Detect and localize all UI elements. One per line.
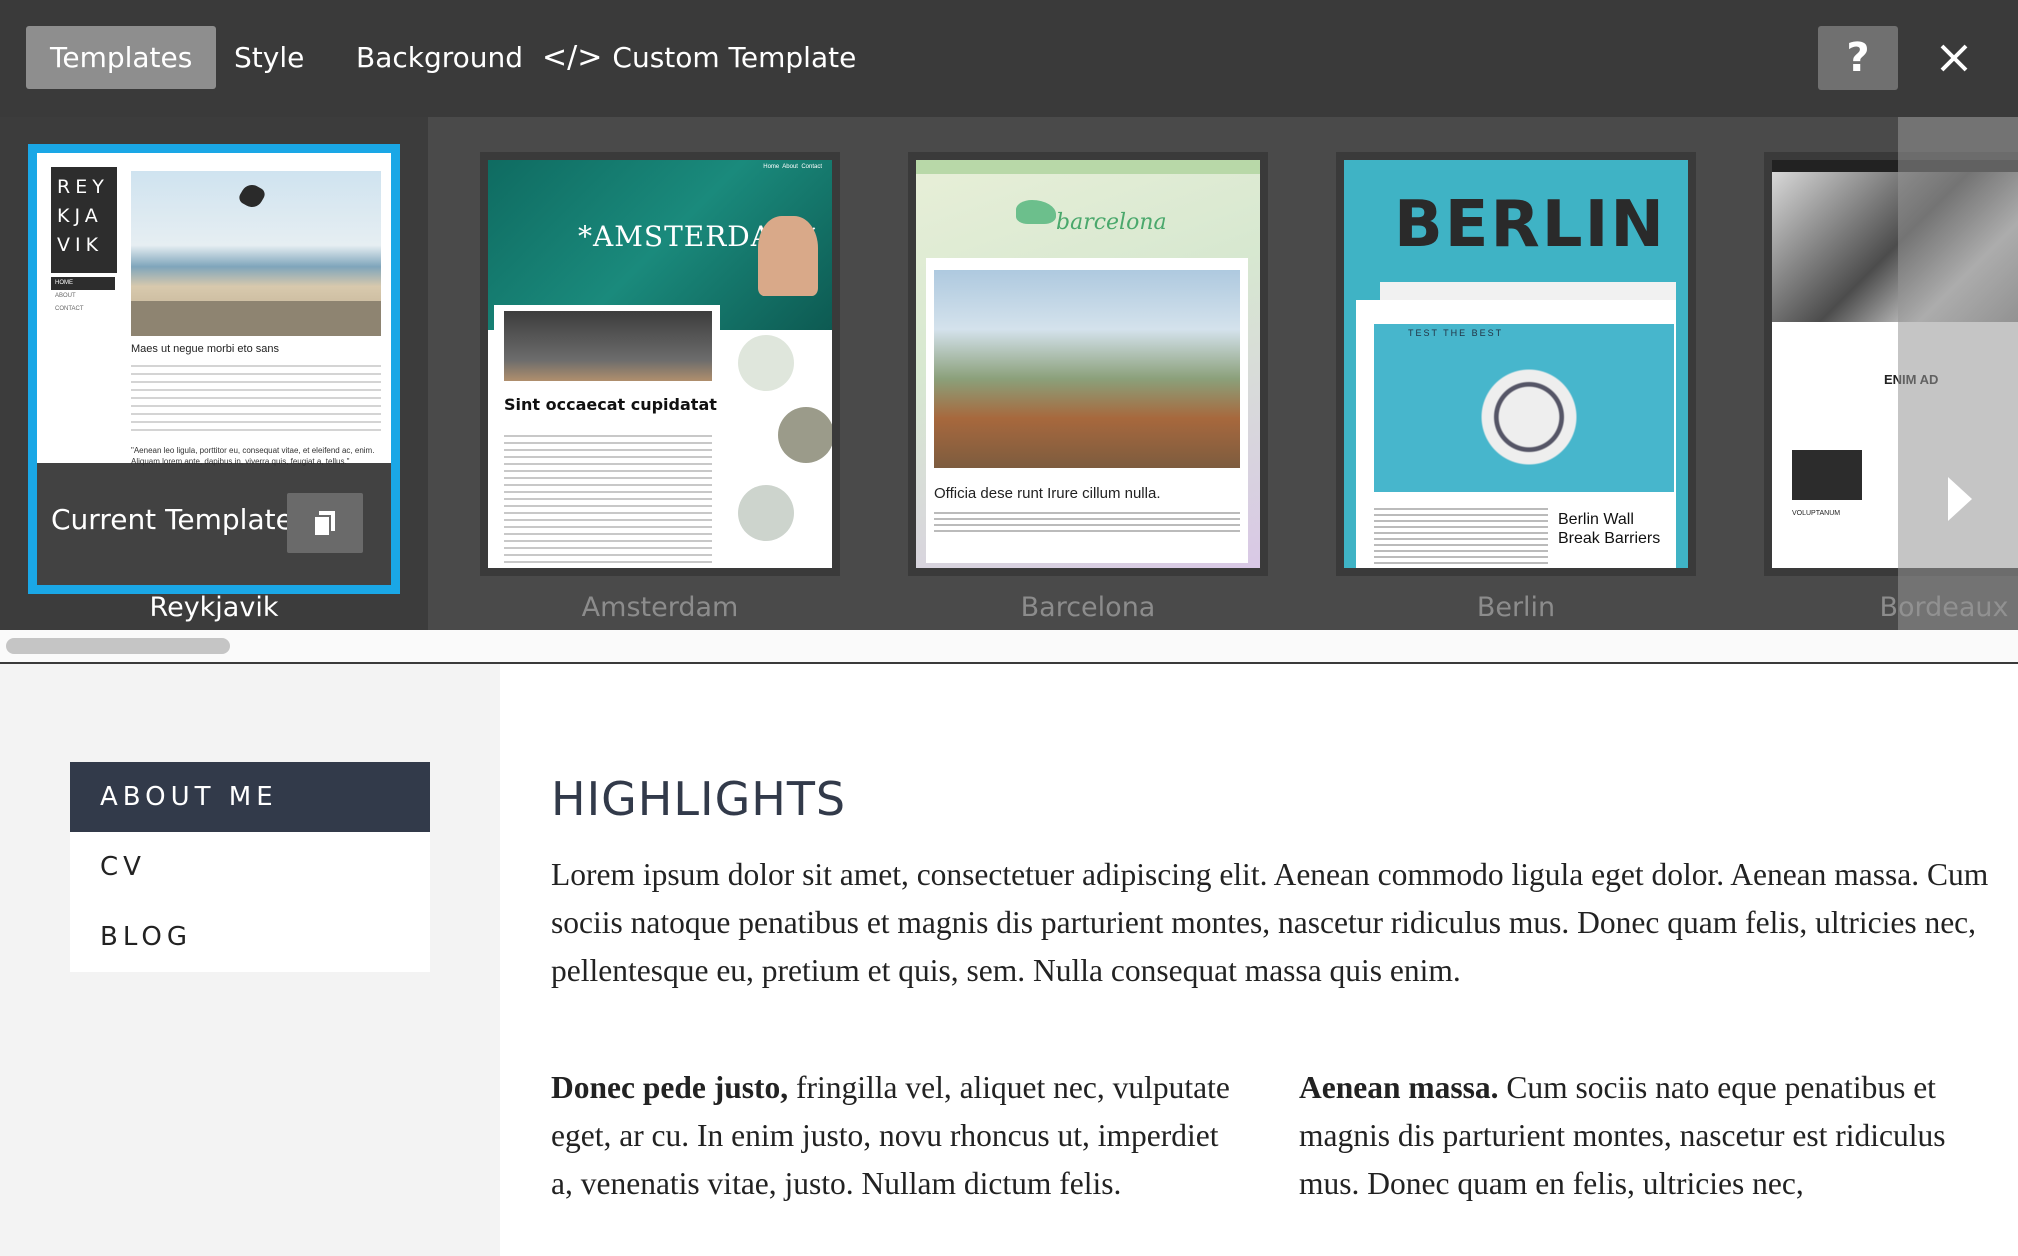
desk-image xyxy=(504,311,712,381)
reykjavik-text-lines xyxy=(131,365,381,435)
column-one-paragraph: Donec pede justo, fringilla vel, aliquet… xyxy=(551,1064,1241,1208)
reykjavik-logo: REY KJA VIK xyxy=(51,167,117,273)
preview-nav-menu: ABOUT ME CV BLOG xyxy=(70,762,430,972)
nav-item: HOME xyxy=(51,277,115,290)
plant-circle xyxy=(738,485,794,541)
amsterdam-text-lines xyxy=(504,435,712,563)
berlin-text-lines xyxy=(1374,508,1548,564)
carousel-next-button[interactable] xyxy=(1898,117,2018,662)
barcelona-title: barcelona xyxy=(1056,210,1167,235)
page-heading: HIGHLIGHTS xyxy=(551,772,847,826)
template-card-amsterdam[interactable]: Home About Contact *AMSTERDAM* Sint occa… xyxy=(480,152,840,576)
carousel-scrollbar[interactable] xyxy=(0,630,2018,664)
intro-paragraph: Lorem ipsum dolor sit amet, consectetuer… xyxy=(551,857,1989,988)
help-button[interactable]: ? xyxy=(1818,26,1898,90)
scrollbar-thumb[interactable] xyxy=(6,638,230,654)
barcelona-article-card: Officia dese runt Irure cillum nulla. xyxy=(926,258,1248,563)
template-name-amsterdam[interactable]: Amsterdam xyxy=(460,592,860,623)
berlin-title: BERLIN xyxy=(1394,188,1666,262)
inner-heading: TEST THE BEST xyxy=(1408,328,1504,338)
tab-background[interactable]: Background xyxy=(332,26,547,89)
plant-circle xyxy=(738,335,794,391)
nav-item: About xyxy=(782,164,798,170)
nav-item-blog[interactable]: BLOG xyxy=(70,902,430,972)
duplicate-template-button[interactable] xyxy=(287,493,363,553)
trabant-car xyxy=(1474,362,1584,472)
close-button[interactable] xyxy=(1932,36,1976,80)
column-two-paragraph: Aenean massa. Cum sociis nato eque penat… xyxy=(1299,1064,2009,1208)
template-card-reykjavik[interactable]: REY KJA VIK HOME ABOUT CONTACT Maes ut n… xyxy=(28,144,400,594)
tab-templates[interactable]: Templates xyxy=(26,26,217,89)
skatepark-image xyxy=(131,171,381,336)
current-template-label: Current Template xyxy=(51,503,293,536)
reykjavik-thumbnail: REY KJA VIK HOME ABOUT CONTACT Maes ut n… xyxy=(37,153,391,585)
nav-item: Home xyxy=(763,164,780,170)
nav-item-cv[interactable]: CV xyxy=(70,832,430,902)
nav-item-about-me[interactable]: ABOUT ME xyxy=(70,762,430,832)
close-icon xyxy=(1940,44,1968,72)
current-template-overlay: Current Template xyxy=(37,463,391,585)
berlin-article-card: TEST THE BEST Berlin Wall Break Barriers xyxy=(1356,282,1676,568)
copy-icon xyxy=(313,511,335,537)
park-guell-image xyxy=(934,270,1240,468)
nav-item: Contact xyxy=(801,164,822,170)
barcelona-thumbnail: barcelona Officia dese runt Irure cillum… xyxy=(916,160,1260,568)
tab-custom-template-label: Custom Template xyxy=(612,41,857,74)
amsterdam-thumbnail: Home About Contact *AMSTERDAM* Sint occa… xyxy=(488,160,832,568)
bordeaux-caption: VOLUPTANUM xyxy=(1792,510,1841,517)
reykjavik-heading: Maes ut negue morbi eto sans xyxy=(131,343,279,355)
column-two-bold: Aenean massa. xyxy=(1299,1070,1499,1105)
reykjavik-nav: HOME ABOUT CONTACT xyxy=(51,277,115,316)
template-card-barcelona[interactable]: barcelona Officia dese runt Irure cillum… xyxy=(908,152,1268,576)
chevron-right-icon xyxy=(1948,477,1972,521)
barcelona-topbar xyxy=(916,160,1260,174)
menu-active xyxy=(1356,282,1380,300)
berlin-caption: Berlin Wall Break Barriers xyxy=(1558,511,1661,547)
logo-line: REY xyxy=(57,176,109,198)
tab-style[interactable]: Style xyxy=(210,26,328,89)
bull-logo xyxy=(1016,200,1056,224)
logo-line: KJA xyxy=(57,205,103,227)
template-card-berlin[interactable]: BERLIN TEST THE BEST Berlin Wall Break B… xyxy=(1336,152,1696,576)
tab-custom-template[interactable]: </> Custom Template xyxy=(518,26,880,89)
plant-images xyxy=(738,335,832,565)
template-carousel: REY KJA VIK HOME ABOUT CONTACT Maes ut n… xyxy=(0,117,2018,630)
berlin-menu-bar xyxy=(1356,282,1676,300)
plant-circle xyxy=(778,407,832,463)
barcelona-caption: Officia dese runt Irure cillum nulla. xyxy=(934,485,1161,502)
ramp-shape xyxy=(131,301,381,336)
amsterdam-nav: Home About Contact xyxy=(763,164,822,170)
template-name-berlin[interactable]: Berlin xyxy=(1316,592,1716,623)
template-name-barcelona[interactable]: Barcelona xyxy=(888,592,1288,623)
amsterdam-article-card: Sint occaecat cupidatat xyxy=(494,305,720,568)
logo-line: VIK xyxy=(57,234,104,256)
amsterdam-heading: Sint occaecat cupidatat xyxy=(504,395,717,414)
skater-figure xyxy=(236,180,268,212)
nav-item: ABOUT xyxy=(55,293,76,299)
berlin-thumbnail: BERLIN TEST THE BEST Berlin Wall Break B… xyxy=(1344,160,1688,568)
chalk-hand xyxy=(758,216,818,296)
nav-item: CONTACT xyxy=(55,306,84,312)
bordeaux-small-image xyxy=(1792,450,1862,500)
editor-toolbar: Templates Style Background </> Custom Tem… xyxy=(0,0,2018,117)
template-name-reykjavik[interactable]: Reykjavik xyxy=(14,592,414,623)
code-icon: </> xyxy=(542,40,603,75)
column-one-bold: Donec pede justo, xyxy=(551,1070,789,1105)
barcelona-text-lines xyxy=(934,512,1240,536)
trabant-wall-image: TEST THE BEST xyxy=(1374,324,1674,492)
